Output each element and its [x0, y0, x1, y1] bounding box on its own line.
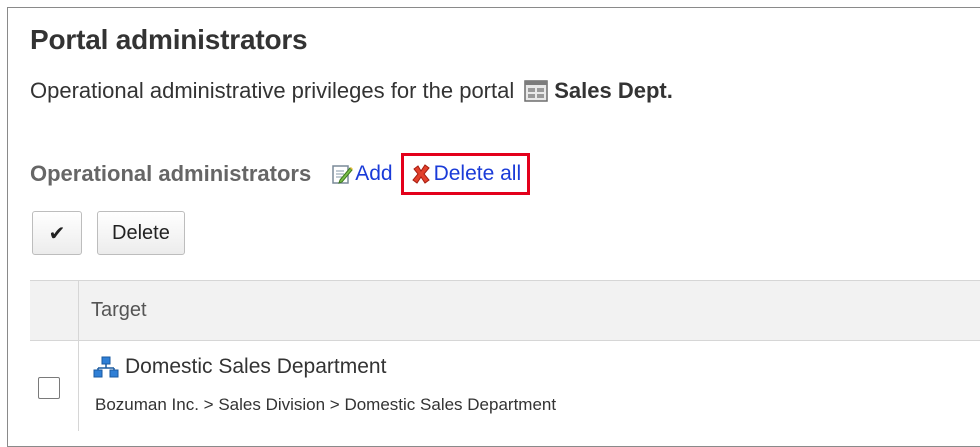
section-title: Operational administrators: [30, 161, 312, 186]
header-target: Target: [91, 299, 147, 321]
table-header: Target: [30, 281, 980, 341]
portal-icon: [524, 79, 548, 103]
add-link[interactable]: Add: [331, 162, 393, 186]
table-toolbar: ✔ Delete: [32, 211, 185, 255]
delete-all-highlight: Delete all: [400, 153, 531, 195]
delete-all-link[interactable]: Delete all: [410, 162, 522, 186]
row-target-name: Domestic Sales Department: [93, 355, 556, 379]
administrators-table: Target Domestic Sales Department Bozuman…: [30, 280, 980, 431]
description-text: Operational administrative privileges fo…: [30, 78, 515, 103]
row-name-text: Domestic Sales Department: [125, 355, 387, 378]
select-all-button[interactable]: ✔: [32, 211, 82, 255]
header-checkbox-column: [30, 281, 79, 340]
page-title: Portal administrators: [30, 24, 308, 55]
portal-name: Sales Dept.: [554, 78, 673, 103]
row-path: Bozuman Inc. > Sales Division > Domestic…: [95, 395, 557, 414]
row-checkbox-cell: [30, 341, 79, 431]
add-label: Add: [355, 162, 393, 185]
organization-icon: [93, 356, 119, 378]
delete-x-icon: [410, 163, 432, 185]
page-description: Operational administrative privileges fo…: [30, 78, 673, 104]
row-checkbox[interactable]: [38, 377, 60, 399]
table-row: Domestic Sales Department Bozuman Inc. >…: [30, 341, 980, 431]
delete-all-label: Delete all: [433, 162, 522, 185]
operational-admins-header: Operational administrators Add Delete al…: [30, 153, 531, 195]
add-edit-icon: [331, 163, 354, 185]
delete-button[interactable]: Delete: [97, 211, 185, 255]
row-target-cell: Domestic Sales Department Bozuman Inc. >…: [79, 341, 556, 431]
